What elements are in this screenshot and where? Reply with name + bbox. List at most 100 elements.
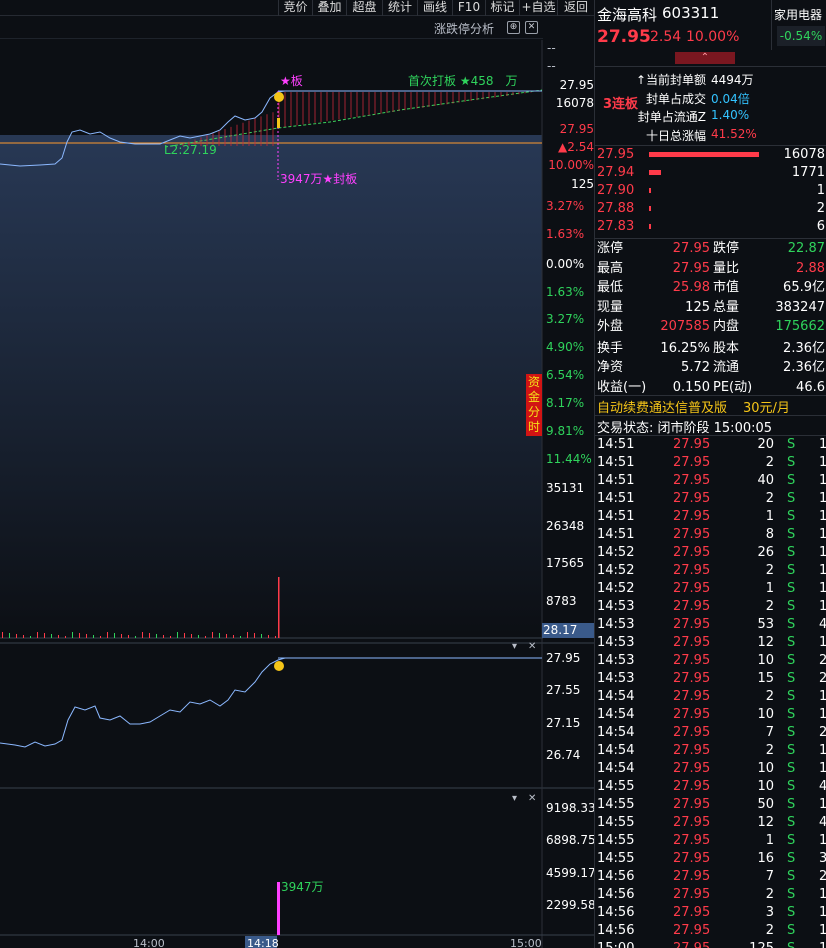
limit-analysis-label[interactable]: 涨跌停分析 xyxy=(434,20,494,37)
book-level[interactable]: 27.95 16078 xyxy=(595,146,826,164)
trade-row[interactable]: 14:54 27.95 7 S 2 xyxy=(595,724,826,742)
trade-row[interactable]: 14:51 27.95 40 S 1 xyxy=(595,472,826,490)
book-bar xyxy=(649,206,651,211)
trade-row[interactable]: 14:55 27.95 50 S 11 xyxy=(595,796,826,814)
chevron-up-icon[interactable]: ⌃ xyxy=(675,52,735,64)
trade-price: 27.95 xyxy=(673,689,711,704)
current-value: 28.17 xyxy=(543,623,578,637)
toolbar-button-6[interactable]: 标记 xyxy=(485,0,519,16)
trade-row[interactable]: 14:55 27.95 1 S 1 xyxy=(595,832,826,850)
trade-time: 14:55 xyxy=(597,851,635,866)
trade-row[interactable]: 14:51 27.95 2 S 1 xyxy=(595,490,826,508)
toolbar-button-5[interactable]: F10 xyxy=(452,0,485,16)
trade-volume: 2 xyxy=(765,743,774,758)
mini-close-icon[interactable]: ✕ xyxy=(528,641,536,652)
fund-dropdown-icon[interactable]: ▾ xyxy=(512,793,517,804)
trade-time: 14:51 xyxy=(597,437,635,452)
trade-row[interactable]: 14:54 27.95 10 S 1 xyxy=(595,760,826,778)
fund-tab[interactable]: 资金分时 xyxy=(526,374,542,436)
book-volume: 1771 xyxy=(791,165,825,180)
trade-row[interactable]: 14:55 27.95 16 S 3 xyxy=(595,850,826,868)
book-level[interactable]: 27.83 6 xyxy=(595,218,826,236)
volume-bar xyxy=(275,636,276,638)
trade-row[interactable]: 14:56 27.95 2 S 1 xyxy=(595,922,826,940)
volume-bar xyxy=(254,633,255,638)
trade-volume: 3 xyxy=(765,905,774,920)
book-price: 27.83 xyxy=(597,219,635,234)
volume-bar xyxy=(23,635,24,638)
volume-bar xyxy=(247,632,248,638)
trade-count: 1 xyxy=(819,599,826,614)
promo-price[interactable]: 30元/月 xyxy=(743,397,790,416)
trade-row[interactable]: 14:53 27.95 12 S 1 xyxy=(595,634,826,652)
book-level[interactable]: 27.90 1 xyxy=(595,182,826,200)
volume-bar xyxy=(37,632,38,638)
promo-text[interactable]: 自动续费通达信普及版 xyxy=(597,397,727,416)
toolbar-button-3[interactable]: 统计 xyxy=(382,0,417,16)
trade-row[interactable]: 14:53 27.95 53 S 4 xyxy=(595,616,826,634)
book-bar xyxy=(649,224,651,229)
toolbar-button-0[interactable]: 竞价 xyxy=(278,0,312,16)
book-level[interactable]: 27.88 2 xyxy=(595,200,826,218)
trade-row[interactable]: 14:52 27.95 26 S 1 xyxy=(595,544,826,562)
trade-side: S xyxy=(787,761,796,776)
trade-row[interactable]: 14:54 27.95 2 S 1 xyxy=(595,688,826,706)
sector-name[interactable]: 家用电器 xyxy=(774,6,822,23)
mini-dropdown-icon[interactable]: ▾ xyxy=(512,641,517,652)
trade-row[interactable]: 14:52 27.95 1 S 1 xyxy=(595,580,826,598)
fund-close-icon[interactable]: ✕ xyxy=(528,793,536,804)
trade-row[interactable]: 15:00 27.95 125 S 17 xyxy=(595,940,826,948)
volume-bar xyxy=(121,634,122,638)
quote-value: 16.25% xyxy=(660,340,710,356)
quote-label: 净资 xyxy=(597,360,624,375)
toolbar-button-2[interactable]: 超盘 xyxy=(346,0,382,16)
fund-bar-label: 3947万 xyxy=(281,880,324,894)
trade-volume: 10 xyxy=(757,653,774,668)
trade-row[interactable]: 14:56 27.95 2 S 1 xyxy=(595,886,826,904)
trade-side: S xyxy=(787,581,796,596)
trade-row[interactable]: 14:55 27.95 10 S 4 xyxy=(595,778,826,796)
trade-row[interactable]: 14:56 27.95 7 S 2 xyxy=(595,868,826,886)
trade-row[interactable]: 14:51 27.95 8 S 1 xyxy=(595,526,826,544)
book-price: 27.90 xyxy=(597,183,635,198)
toolbar-button-1[interactable]: 叠加 xyxy=(312,0,346,16)
trade-row[interactable]: 14:52 27.95 2 S 1 xyxy=(595,562,826,580)
trade-price: 27.95 xyxy=(673,833,711,848)
trade-row[interactable]: 14:51 27.95 1 S 1 xyxy=(595,508,826,526)
quote-row: 收益(一) 0.150 PE(动) 46.6 xyxy=(595,379,826,397)
trade-row[interactable]: 14:53 27.95 15 S 2 xyxy=(595,670,826,688)
trade-row[interactable]: 14:56 27.95 3 S 1 xyxy=(595,904,826,922)
trade-time: 14:56 xyxy=(597,887,635,902)
quote-row: 涨停 27.95 跌停 22.87 xyxy=(595,240,826,258)
volume-bar xyxy=(142,632,143,638)
toolbar-button-8[interactable]: 返回 xyxy=(557,0,594,16)
mini-limit-dot xyxy=(274,661,284,671)
refresh-icon[interactable]: ⊕ xyxy=(507,21,520,34)
book-level[interactable]: 27.94 1771 xyxy=(595,164,826,182)
trade-count: 1 xyxy=(819,437,826,452)
trade-row[interactable]: 14:53 27.95 10 S 2 xyxy=(595,652,826,670)
trade-row[interactable]: 14:55 27.95 12 S 4 xyxy=(595,814,826,832)
fundticks-tick-2: 4599.17 xyxy=(546,866,596,880)
quote-row: 换手 16.25% 股本 2.36亿 xyxy=(595,340,826,358)
toolbar-button-7[interactable]: +自选 xyxy=(519,0,557,16)
quote-value: 22.87 xyxy=(787,241,825,256)
quote-label: 外盘 xyxy=(597,319,624,334)
trade-side: S xyxy=(787,527,796,542)
trade-row[interactable]: 14:54 27.95 10 S 1 xyxy=(595,706,826,724)
price-tick-15: 11.44% xyxy=(546,452,592,466)
trade-row[interactable]: 14:53 27.95 2 S 1 xyxy=(595,598,826,616)
volume-bar xyxy=(100,636,101,638)
trade-volume: 10 xyxy=(757,707,774,722)
trade-time: 14:56 xyxy=(597,869,635,884)
sector-pct-box[interactable]: -0.54% xyxy=(777,26,825,46)
trade-row[interactable]: 14:51 27.95 2 S 1 xyxy=(595,454,826,472)
close-icon[interactable]: ✕ xyxy=(525,21,538,34)
toolbar-button-4[interactable]: 画线 xyxy=(417,0,452,16)
trade-price: 27.95 xyxy=(673,617,711,632)
trade-time: 14:53 xyxy=(597,617,635,632)
volume-bar xyxy=(149,633,150,638)
trade-side: S xyxy=(787,563,796,578)
trade-row[interactable]: 14:51 27.95 20 S 1 xyxy=(595,436,826,454)
trade-row[interactable]: 14:54 27.95 2 S 1 xyxy=(595,742,826,760)
